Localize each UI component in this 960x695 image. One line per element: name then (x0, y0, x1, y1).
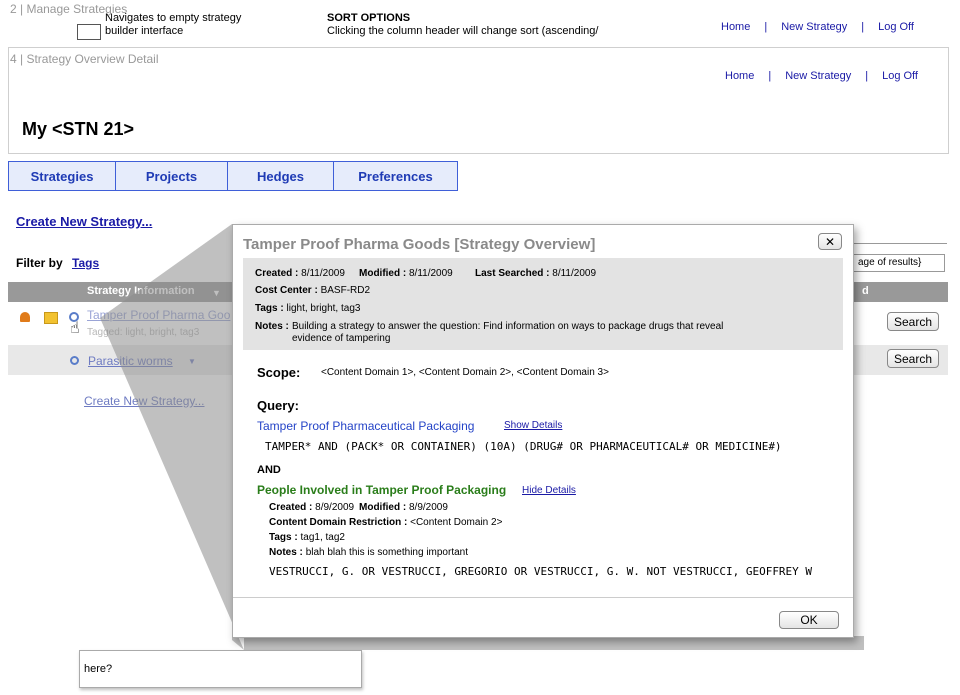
show-details-link[interactable]: Show Details (504, 420, 562, 431)
q2-notes-value: blah blah this is something important (305, 547, 468, 558)
meta-tags-label: Tags : (255, 303, 284, 314)
ok-button[interactable]: OK (779, 611, 839, 629)
meta-tags: Tags : light, bright, tag3 (255, 303, 360, 314)
q2-modified-value: 8/9/2009 (409, 502, 448, 513)
q2-tags-value: tag1, tag2 (300, 532, 345, 543)
meta-modified: Modified : 8/11/2009 (359, 268, 453, 279)
meta-modified-label: Modified : (359, 268, 407, 279)
q2-created-value: 8/9/2009 (315, 502, 355, 513)
meta-cost-value: BASF-RD2 (320, 285, 371, 296)
meta-notes-line1: Building a strategy to answer the questi… (292, 321, 724, 332)
meta-notes-line2: evidence of tampering (292, 333, 391, 344)
q2-modified: Modified : 8/9/2009 (359, 502, 448, 513)
q2-domain-value: <Content Domain 2> (410, 517, 503, 528)
scope-label: Scope: (257, 365, 301, 380)
meta-searched-value: 8/11/2009 (552, 268, 597, 279)
modal-footer-divider (233, 597, 853, 598)
q2-notes-label: Notes : (269, 547, 303, 558)
query1-text: TAMPER* AND (PACK* OR CONTAINER) (10A) (… (265, 440, 782, 453)
modal-title: Tamper Proof Pharma Goods [Strategy Over… (243, 236, 596, 253)
query2-text: VESTRUCCI, G. OR VESTRUCCI, GREGORIO OR … (269, 565, 813, 578)
meta-modified-value: 8/11/2009 (409, 268, 453, 279)
meta-last-searched: Last Searched : 8/11/2009 (475, 268, 596, 279)
meta-cost-label: Cost Center : (255, 285, 318, 296)
meta-notes-label: Notes : (255, 321, 289, 332)
and-operator: AND (257, 464, 281, 476)
q2-tags: Tags : tag1, tag2 (269, 532, 345, 543)
q2-modified-label: Modified : (359, 502, 407, 513)
meta-cost-center: Cost Center : BASF-RD2 (255, 285, 370, 296)
meta-created-label: Created : (255, 268, 299, 279)
query2-title: People Involved in Tamper Proof Packagin… (257, 483, 507, 497)
q2-created: Created : 8/9/2009 (269, 502, 354, 513)
q2-notes: Notes : blah blah this is something impo… (269, 547, 468, 558)
meta-created: Created : 8/11/2009 (255, 268, 345, 279)
q2-created-label: Created : (269, 502, 313, 513)
meta-notes: Notes : (255, 321, 289, 332)
q2-tags-label: Tags : (269, 532, 298, 543)
query1-title: Tamper Proof Pharmaceutical Packaging (257, 419, 475, 433)
q2-domain-label: Content Domain Restriction : (269, 517, 408, 528)
meta-tags-value: light, bright, tag3 (286, 303, 361, 314)
meta-searched-label: Last Searched : (475, 268, 550, 279)
hide-details-link[interactable]: Hide Details (522, 485, 576, 496)
scope-value: <Content Domain 1>, <Content Domain 2>, … (321, 367, 609, 378)
q2-domain: Content Domain Restriction : <Content Do… (269, 517, 502, 528)
strategy-overview-modal: Tamper Proof Pharma Goods [Strategy Over… (232, 224, 854, 638)
query-label: Query: (257, 398, 299, 413)
meta-created-value: 8/11/2009 (301, 268, 345, 279)
close-icon[interactable]: ✕ (818, 233, 842, 250)
